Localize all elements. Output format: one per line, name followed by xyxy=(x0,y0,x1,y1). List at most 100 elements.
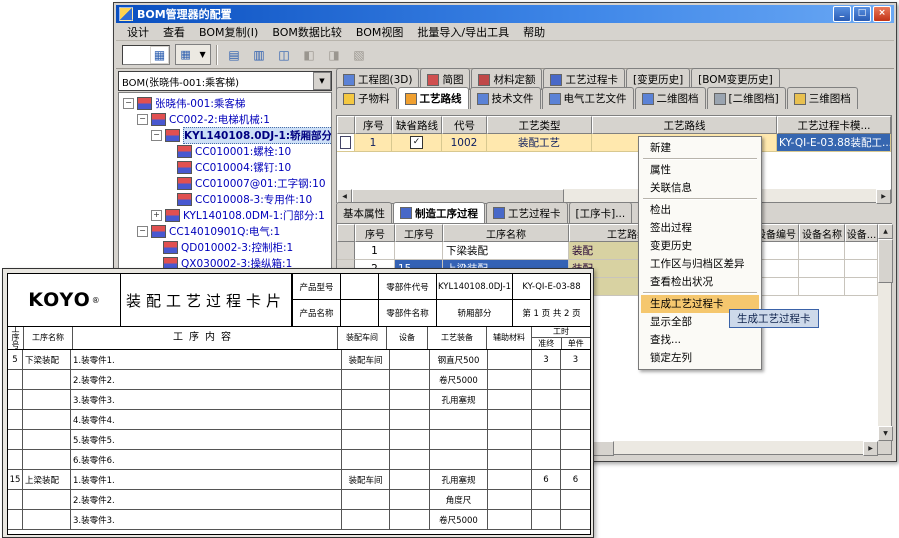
tree-item-7[interactable]: CC010008-3:专用件:10 xyxy=(119,191,331,207)
tree-item-1[interactable]: −张晓伟-001:乘客梯 xyxy=(119,95,331,111)
context-menu-item-4[interactable]: 检出 xyxy=(641,201,759,219)
window-title: BOM管理器的配置 xyxy=(137,6,829,22)
menu-separator xyxy=(643,158,757,160)
sub-tab-6[interactable]: [二维图档] xyxy=(707,87,786,109)
report-button[interactable]: ▧ xyxy=(348,44,370,66)
context-menu-item-7[interactable]: 工作区与归档区差异 xyxy=(641,255,759,273)
tab-icon xyxy=(549,93,561,105)
menubar-item-5[interactable]: BOM视图 xyxy=(349,23,411,41)
card-cell xyxy=(23,430,71,450)
tree-item-2[interactable]: −CC002-2:电梯机械:1 xyxy=(119,111,331,127)
scroll-right-button[interactable]: ▶ xyxy=(863,441,878,456)
scroll-up-button[interactable]: ▲ xyxy=(878,224,893,239)
card-cell xyxy=(342,510,390,530)
registered-mark: ® xyxy=(92,296,100,305)
toggle-minus-icon[interactable]: − xyxy=(151,130,162,141)
dropdown-arrow-icon[interactable]: ▼ xyxy=(313,72,331,90)
card-cell xyxy=(390,350,430,370)
card-cell xyxy=(561,450,590,470)
route-hscrollbar[interactable]: ◀ ▶ xyxy=(337,189,891,202)
tree-item-6[interactable]: CC010007@01:工字钢:10 xyxy=(119,175,331,191)
sub-tab-3[interactable]: 技术文件 xyxy=(470,87,541,109)
card-cell xyxy=(561,430,590,450)
menubar-item-2[interactable]: 查看 xyxy=(156,23,192,41)
scroll-right-button[interactable]: ▶ xyxy=(876,189,891,204)
compare-button[interactable]: ◧ xyxy=(298,44,320,66)
route-default-cell: ✓ xyxy=(392,134,442,152)
tree-item-3[interactable]: −KYL140108.0DJ-1:轿厢部分:1 xyxy=(119,127,331,143)
process-cell xyxy=(845,242,878,260)
tree-item-label: QD010002-3:控制柜:1 xyxy=(181,240,293,255)
tree-item-5[interactable]: CC010004:镙钉:10 xyxy=(119,159,331,175)
toggle-minus-icon[interactable]: − xyxy=(137,114,148,125)
product-name-value xyxy=(340,300,378,326)
sub-tab-1[interactable]: 子物料 xyxy=(336,87,397,109)
context-menu-item-6[interactable]: 变更历史 xyxy=(641,237,759,255)
tree-item-9[interactable]: −CC14010901Q:电气:1 xyxy=(119,223,331,239)
part-code-label: 零部件代号 xyxy=(378,274,436,300)
sub-tab-4[interactable]: 电气工艺文件 xyxy=(542,87,634,109)
toggle-minus-icon[interactable]: − xyxy=(137,226,148,237)
tab-icon xyxy=(478,74,490,86)
default-route-checkbox[interactable]: ✓ xyxy=(410,136,423,149)
minimize-button[interactable]: _ xyxy=(833,6,851,22)
context-menu-item-11[interactable]: 查找... xyxy=(641,331,759,349)
tree-item-4[interactable]: CC010001:螺栓:10 xyxy=(119,143,331,159)
sub-tab-2[interactable]: 工艺路线 xyxy=(398,87,469,109)
card-cell: 孔用塞规 xyxy=(430,470,488,490)
bom-node-icon xyxy=(177,161,192,174)
open-document-button[interactable]: ▥ xyxy=(248,44,270,66)
tree-item-10[interactable]: QD010002-3:控制柜:1 xyxy=(119,239,331,255)
card-cell xyxy=(390,470,430,490)
quick-filter-box[interactable]: ▦ xyxy=(122,45,170,65)
scroll-thumb[interactable] xyxy=(878,239,893,283)
filter-button[interactable]: ▦ xyxy=(150,46,169,64)
bom-selector[interactable]: BOM(张晓伟-001:乘客梯) ▼ xyxy=(118,71,332,91)
bottom-tab-1[interactable]: 基本属性 xyxy=(336,202,392,223)
process-vscrollbar[interactable]: ▲ ▼ xyxy=(878,224,891,441)
bottom-tab-2[interactable]: 制造工序过程 xyxy=(393,202,485,223)
card-cell: 6.装零件6. xyxy=(71,450,342,470)
card-cell xyxy=(532,430,561,450)
menubar-item-4[interactable]: BOM数据比较 xyxy=(265,23,349,41)
card-cell: 下梁装配 xyxy=(23,350,71,370)
context-menu-item-8[interactable]: 查看检出状况 xyxy=(641,273,759,291)
scroll-down-button[interactable]: ▼ xyxy=(878,426,893,441)
tree-item-label: CC010008-3:专用件:10 xyxy=(195,192,312,207)
bottom-tab-4[interactable]: [工序卡]... xyxy=(569,202,633,223)
sub-tab-7[interactable]: 三维图档 xyxy=(787,87,858,109)
context-menu-item-5[interactable]: 签出过程 xyxy=(641,219,759,237)
card-cell xyxy=(390,410,430,430)
menubar-item-1[interactable]: 设计 xyxy=(120,23,156,41)
context-menu-item-1[interactable]: 新建 xyxy=(641,139,759,157)
card-row-1: 5下梁装配1.装零件1.装配车间钢直尺50033 xyxy=(8,350,590,370)
toggle-minus-icon[interactable]: − xyxy=(123,98,134,109)
menubar-item-6[interactable]: 批量导入/导出工具 xyxy=(410,23,516,41)
menubar-item-3[interactable]: BOM复制(I) xyxy=(192,23,265,41)
part-code-value: KYL140108.0DJ-1 xyxy=(436,274,512,300)
card-row-2: 2.装零件2.卷尺5000 xyxy=(8,370,590,390)
context-menu-item-3[interactable]: 关联信息 xyxy=(641,179,759,197)
tab-label: 工艺过程卡 xyxy=(508,206,561,221)
close-button[interactable]: × xyxy=(873,6,891,22)
copy-button[interactable]: ◫ xyxy=(273,44,295,66)
toggle-plus-icon[interactable]: + xyxy=(151,210,162,221)
context-menu-item-12[interactable]: 锁定左列 xyxy=(641,349,759,367)
process-row-1[interactable]: 1下梁装配装配 xyxy=(337,242,878,260)
card-table-header: 工序号 工序名称 工序内容 装配车间 设备 工艺装备 辅助材料 工时 准终 单件 xyxy=(8,327,590,350)
print-button[interactable]: ▤ xyxy=(223,44,245,66)
bottom-tab-3[interactable]: 工艺过程卡 xyxy=(486,202,568,223)
context-menu-item-2[interactable]: 属性 xyxy=(641,161,759,179)
route-table-row[interactable]: 1✓1002装配工艺KY-QI-E-03.88装配工... xyxy=(337,134,891,152)
title-bar[interactable]: BOM管理器的配置 _ □ × xyxy=(116,5,894,23)
card-cell xyxy=(23,510,71,530)
menubar-item-7[interactable]: 帮助 xyxy=(516,23,552,41)
import-button[interactable]: ◨ xyxy=(323,44,345,66)
card-cell xyxy=(488,410,532,430)
tree-item-8[interactable]: +KYL140108.0DM-1:门部分:1 xyxy=(119,207,331,223)
sub-tab-5[interactable]: 二维图档 xyxy=(635,87,706,109)
tab-label: 技术文件 xyxy=(492,91,534,106)
card-cell xyxy=(488,430,532,450)
view-combo-button[interactable]: ▦ ▼ xyxy=(175,44,211,65)
maximize-button[interactable]: □ xyxy=(853,6,871,22)
